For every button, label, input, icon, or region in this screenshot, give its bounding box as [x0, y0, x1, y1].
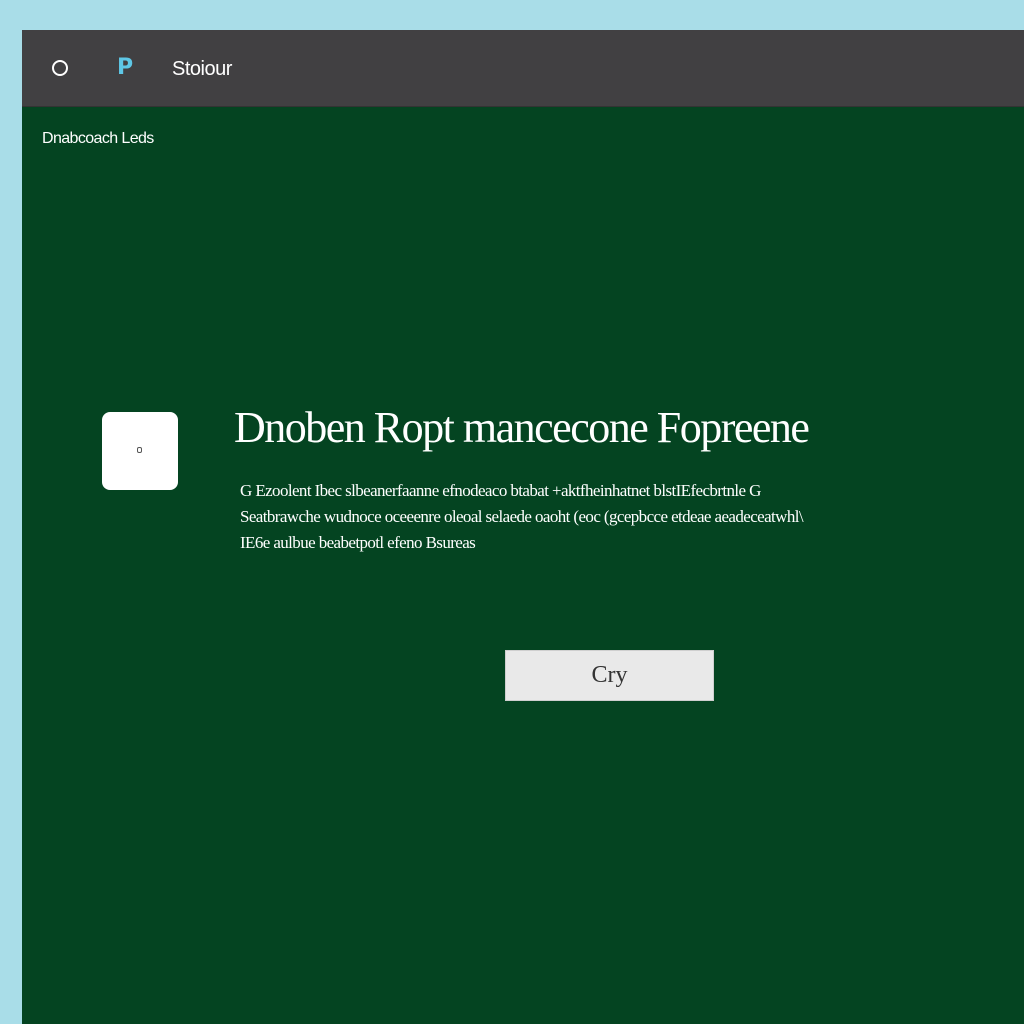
device-indicator-icon — [137, 447, 142, 453]
description-line: Seatbrawche wudnoce oceeenre oleoal sela… — [240, 507, 804, 526]
description-line: IE6e aulbue beabetpotl efeno Bsureas — [240, 533, 476, 552]
action-button[interactable]: Cry — [505, 650, 714, 701]
breadcrumb[interactable]: Dnabcoach Leds — [42, 130, 154, 148]
circle-icon[interactable] — [52, 60, 68, 76]
description-line: G Ezoolent Ibec slbeanerfaanne efnodeaco… — [240, 481, 761, 500]
title-bar: P Stoiour — [22, 30, 1024, 107]
app-window: P Stoiour Dnabcoach Leds Dnoben Ropt man… — [22, 30, 1024, 1024]
device-icon — [102, 412, 178, 490]
description: G Ezoolent Ibec slbeanerfaanne efnodeaco… — [240, 478, 1024, 556]
page-heading: Dnoben Ropt mancecone Fopreene — [234, 403, 810, 452]
app-logo-icon[interactable]: P — [117, 57, 133, 79]
window-title: Stoiour — [172, 58, 232, 80]
